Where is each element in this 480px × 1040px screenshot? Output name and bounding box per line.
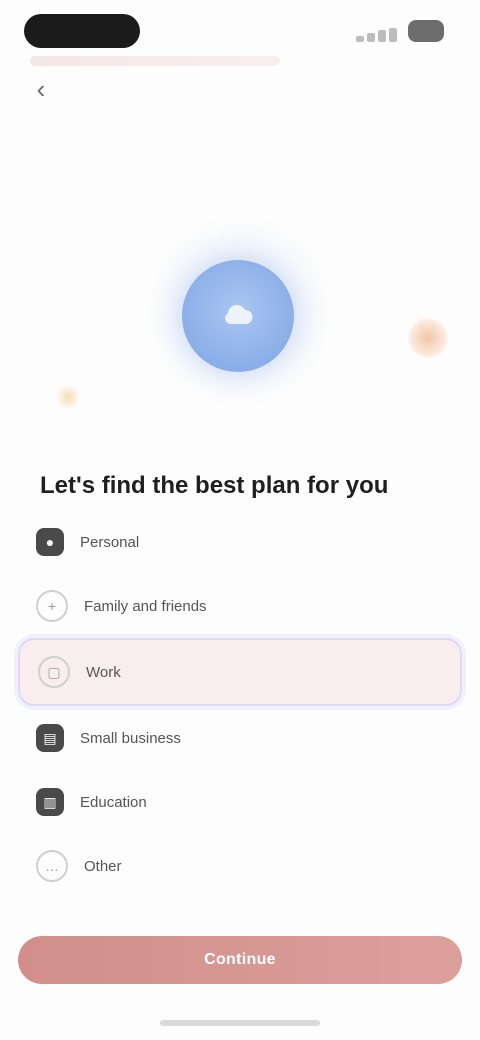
plan-options: ● Personal + Family and friends ▢ Work ▤… bbox=[18, 510, 462, 898]
option-label: Work bbox=[86, 663, 121, 681]
option-small-business[interactable]: ▤ Small business bbox=[18, 706, 462, 770]
option-label: Other bbox=[84, 857, 122, 875]
more-icon: … bbox=[36, 850, 68, 882]
user-icon: ● bbox=[36, 528, 64, 556]
option-label: Personal bbox=[80, 533, 140, 551]
option-personal[interactable]: ● Personal bbox=[18, 510, 462, 574]
continue-button-label: Continue bbox=[204, 951, 276, 968]
continue-button[interactable]: Continue bbox=[18, 936, 462, 984]
dynamic-island bbox=[24, 14, 140, 48]
option-work[interactable]: ▢ Work bbox=[18, 638, 462, 706]
store-icon: ▤ bbox=[36, 724, 64, 752]
cloud-icon bbox=[182, 260, 294, 372]
option-other[interactable]: … Other bbox=[18, 834, 462, 898]
progress-hint bbox=[30, 56, 280, 66]
option-label: Education bbox=[80, 793, 147, 811]
status-bar bbox=[0, 0, 480, 64]
briefcase-icon: ▢ bbox=[38, 656, 70, 688]
decoration-orb-right bbox=[408, 318, 448, 358]
book-icon: ▥ bbox=[36, 788, 64, 816]
users-icon: + bbox=[36, 590, 68, 622]
hero-illustration bbox=[0, 200, 480, 460]
option-label: Small business bbox=[80, 729, 181, 747]
home-indicator bbox=[160, 1020, 320, 1026]
battery-icon bbox=[408, 20, 444, 42]
option-label: Family and friends bbox=[84, 597, 207, 615]
page-title: Let's find the best plan for you bbox=[40, 472, 389, 499]
back-arrow-icon[interactable]: ‹ bbox=[26, 74, 56, 104]
option-education[interactable]: ▥ Education bbox=[18, 770, 462, 834]
decoration-orb-left bbox=[56, 385, 80, 409]
signal-icon bbox=[356, 24, 400, 42]
option-family[interactable]: + Family and friends bbox=[18, 574, 462, 638]
